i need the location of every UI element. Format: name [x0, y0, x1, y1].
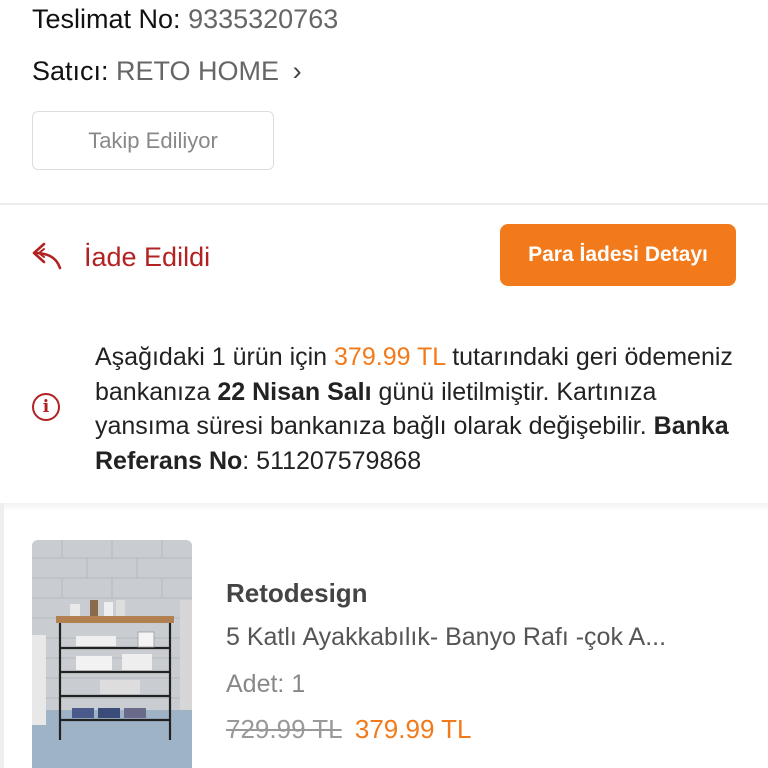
- return-arrow-icon: [30, 238, 64, 277]
- info-text-part: :: [242, 446, 257, 475]
- delivery-number-row: Teslimat No: 9335320763: [32, 4, 338, 35]
- section-separator: [0, 503, 768, 511]
- return-status-label: İade Edildi: [84, 241, 211, 272]
- product-prices: 729.99 TL 379.99 TL: [226, 714, 472, 745]
- quantity-label: Adet:: [226, 670, 285, 698]
- delivery-number-value: 9335320763: [188, 4, 339, 34]
- info-icon: i: [32, 393, 60, 421]
- delivery-number-label: Teslimat No:: [32, 4, 181, 34]
- old-price: 729.99 TL: [226, 714, 342, 744]
- refund-info-text: Aşağıdaki 1 ürün için 379.99 TL tutarınd…: [95, 340, 735, 478]
- new-price: 379.99 TL: [354, 714, 472, 744]
- product-name[interactable]: 5 Katlı Ayakkabılık- Banyo Rafı -çok A..…: [226, 623, 726, 652]
- bank-reference-value: 511207579868: [256, 446, 422, 475]
- quantity-value: 1: [291, 670, 306, 698]
- refund-amount: 379.99 TL: [334, 343, 446, 371]
- return-status: İade Edildi: [30, 234, 210, 280]
- card-border: [0, 503, 4, 768]
- seller-label: Satıcı:: [32, 56, 109, 86]
- refund-detail-button[interactable]: Para İadesi Detayı: [500, 224, 736, 286]
- chevron-right-icon[interactable]: ›: [293, 56, 302, 87]
- product-image[interactable]: [32, 540, 192, 768]
- seller-row[interactable]: Satıcı: RETO HOME ›: [32, 56, 302, 87]
- refund-date: 22 Nisan Salı: [217, 377, 372, 406]
- seller-link[interactable]: RETO HOME: [116, 56, 279, 86]
- info-text-part: Aşağıdaki 1 ürün için: [95, 343, 335, 371]
- following-button[interactable]: Takip Ediliyor: [32, 111, 274, 170]
- divider: [0, 203, 768, 205]
- product-brand[interactable]: Retodesign: [226, 578, 368, 609]
- product-quantity: Adet: 1: [226, 670, 305, 699]
